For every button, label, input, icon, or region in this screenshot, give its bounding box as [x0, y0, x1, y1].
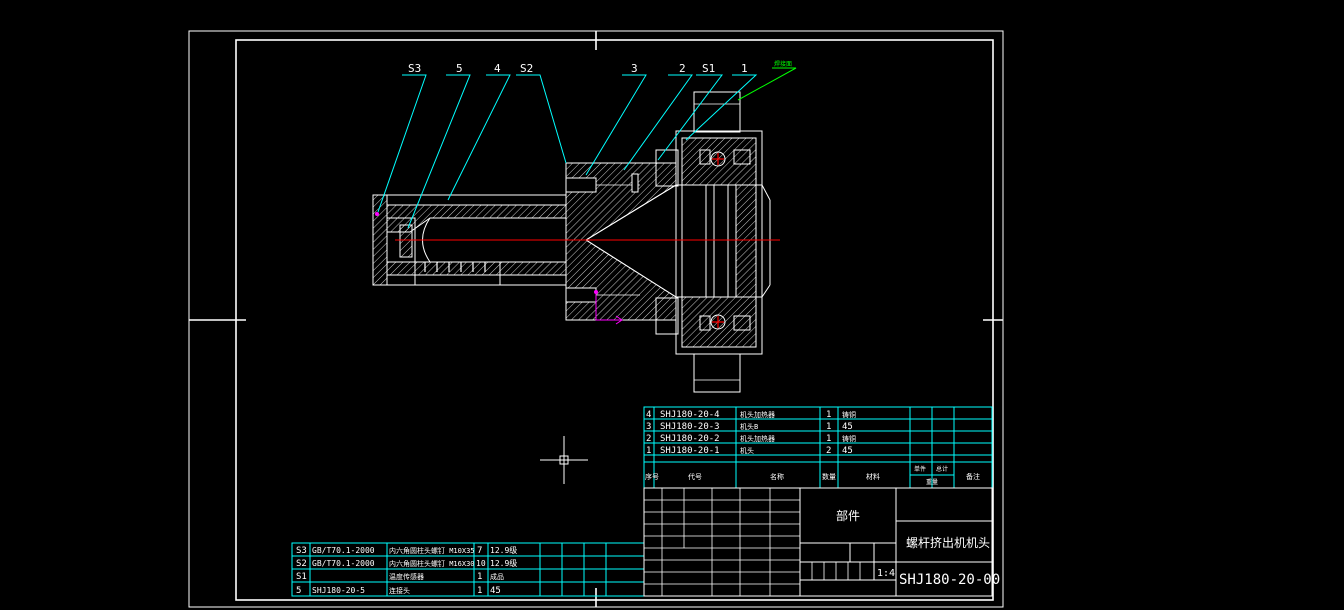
- bom-header-material: 材料: [866, 472, 880, 481]
- bom-row-code: SHJ180-20-1: [660, 446, 720, 456]
- bom-row-name: 机头加热器: [740, 434, 775, 443]
- std-row-material: 12.9级: [490, 558, 517, 568]
- bom-header-name: 名称: [770, 472, 784, 481]
- std-row-qty: 7: [477, 546, 482, 556]
- bom-row-name: 机头加热器: [740, 410, 775, 419]
- bom-row-qty: 2: [826, 446, 831, 456]
- std-row-code: GB/T70.1-2000: [312, 559, 375, 568]
- std-row-code: GB/T70.1-2000: [312, 546, 375, 555]
- bottom-shaft: [693, 353, 741, 393]
- bom-header-code: 代号: [688, 472, 702, 481]
- cad-cursor-crosshair[interactable]: [540, 436, 588, 484]
- bom-header-unit-weight: 单件: [914, 465, 926, 473]
- callout-label: 1: [741, 62, 748, 75]
- bom-header-remark: 备注: [966, 472, 980, 481]
- bom-row-code: SHJ180-20-4: [660, 410, 720, 420]
- std-row-material: 45: [490, 586, 501, 596]
- assembly-label: 部件: [836, 508, 860, 523]
- cad-drawing-canvas[interactable]: 焊接面 S3 5 4 S2 3 2 S1 1 4 SHJ180-20-4 机头加…: [0, 0, 1344, 610]
- bom-row-material: 45: [842, 422, 853, 432]
- assembly-section-view: [372, 91, 780, 393]
- bom-row-code: SHJ180-20-2: [660, 434, 720, 444]
- title-block: 部件 螺杆挤出机机头 1:4 SHJ180-20-00: [643, 487, 1000, 597]
- standard-parts-table: S3 GB/T70.1-2000 内六角圆柱头螺钉 M10X35 7 12.9级…: [291, 542, 645, 597]
- bom-row-seq: 3: [646, 422, 651, 432]
- bom-row-qty: 1: [826, 434, 831, 444]
- drawing-title: 螺杆挤出机机头: [906, 535, 990, 550]
- bom-row-material: 铸铜: [842, 434, 856, 443]
- callout-label: 2: [679, 62, 686, 75]
- bom-header-qty: 数量: [822, 472, 836, 481]
- bom-header-total-weight: 总计: [936, 465, 948, 473]
- bom-row-qty: 1: [826, 422, 831, 432]
- std-row-code: SHJ180-20-5: [312, 586, 365, 595]
- std-row-name: 内六角圆柱头螺钉 M16X30: [389, 559, 475, 568]
- drawing-number: SHJ180-20-00: [899, 572, 1000, 588]
- bom-row-seq: 2: [646, 434, 651, 444]
- bom-row-seq: 4: [646, 410, 651, 420]
- bom-header-weight: 重量: [926, 478, 938, 486]
- parts-list-table: 4 SHJ180-20-4 机头加热器 1 铸铜 3 SHJ180-20-3 机…: [643, 406, 993, 489]
- std-row-material: 成品: [490, 572, 504, 581]
- callout-label: S2: [520, 62, 533, 75]
- note-text: 焊接面: [774, 60, 792, 68]
- bom-row-name: 机头: [740, 446, 754, 455]
- std-row-seq: S2: [296, 559, 307, 569]
- std-row-seq: 5: [296, 586, 301, 596]
- std-row-seq: S3: [296, 546, 307, 556]
- scale-value: 1:4: [877, 568, 895, 579]
- bom-row-qty: 1: [826, 410, 831, 420]
- std-row-seq: S1: [296, 572, 307, 582]
- std-row-name: 内六角圆柱头螺钉 M10X35: [389, 546, 475, 555]
- callout-label: S3: [408, 62, 421, 75]
- bom-row-material: 铸铜: [842, 410, 856, 419]
- bom-header-seq: 序号: [645, 472, 659, 481]
- std-row-qty: 1: [477, 572, 482, 582]
- callout-labels: S3 5 4 S2 3 2 S1 1: [408, 62, 748, 75]
- std-row-name: 温度传感器: [389, 572, 424, 581]
- std-row-qty: 1: [477, 586, 482, 596]
- std-row-qty: 10: [476, 559, 486, 568]
- callout-label: 5: [456, 62, 463, 75]
- bom-row-name: 机头B: [740, 422, 758, 431]
- transition-part-3: [565, 162, 677, 321]
- callout-label: 4: [494, 62, 501, 75]
- bom-row-seq: 1: [646, 446, 651, 456]
- std-row-material: 12.9级: [490, 545, 517, 555]
- bom-row-material: 45: [842, 446, 853, 456]
- callout-label: 3: [631, 62, 638, 75]
- bom-row-code: SHJ180-20-3: [660, 422, 720, 432]
- callout-label: S1: [702, 62, 715, 75]
- std-row-name: 连接头: [389, 586, 410, 595]
